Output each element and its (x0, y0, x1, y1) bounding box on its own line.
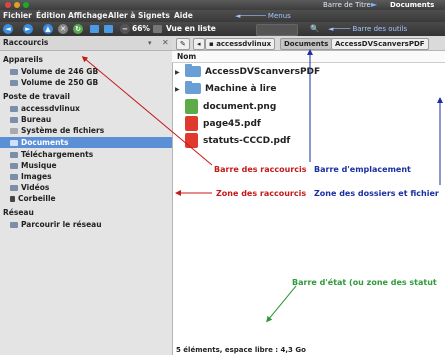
sidebar-item-volume-250[interactable]: Volume de 250 GB (10, 77, 170, 88)
close-icon[interactable]: ✕ (162, 36, 169, 50)
list-item[interactable]: ▶ AccessDVScanversPDF (175, 64, 320, 80)
sidebar-item-corbeille[interactable]: Corbeille (10, 193, 170, 204)
edit-path-button[interactable]: ✎ (176, 38, 190, 50)
desktop-icon (10, 117, 18, 123)
expand-triangle-icon[interactable]: ▶ (175, 82, 185, 98)
crumb-accessdvlinux[interactable]: ▪ accessdvlinux (205, 38, 276, 50)
drive-icon (10, 80, 18, 86)
crumb-accessdvscanverspdf[interactable]: AccessDVScanversPDF (331, 38, 429, 50)
window-controls (5, 2, 29, 8)
section-reseau: Réseau (3, 208, 34, 217)
list-item[interactable]: ▶ Machine à lire (175, 81, 276, 97)
toolbar: ◄ ► ▲ ✕ ↻ − 66% Vue en liste 🔍 ◄──── Bar… (0, 22, 445, 36)
up-icon[interactable]: ▲ (43, 24, 53, 34)
zoom-in-icon[interactable] (153, 25, 162, 33)
column-header[interactable]: Nom (172, 51, 445, 63)
annotation-shortcuts-zone: Zone des raccourcis (216, 189, 307, 198)
pdf-file-icon (185, 116, 198, 131)
list-item[interactable]: statuts-CCCD.pdf (175, 133, 290, 149)
zoom-out-icon[interactable]: − (120, 24, 130, 34)
trash-icon (10, 196, 15, 202)
menu-bar: Fichier Édition Affichage Aller à Signet… (0, 10, 445, 22)
home-folder-icon (10, 106, 18, 112)
path-scroll-left[interactable]: ◂ (193, 38, 205, 50)
zoom-level: 66% (132, 24, 150, 33)
image-file-icon (185, 99, 198, 114)
sidebar-item-accessdvlinux[interactable]: accessdvlinux (10, 103, 170, 114)
sidebar: Appareils Volume de 246 GB Volume de 250… (0, 51, 173, 355)
annotation-location-bar: Barre d'emplacement (314, 165, 411, 174)
downloads-icon (10, 152, 18, 158)
annotation-folders-zone: Zone des dossiers et fichier (314, 189, 439, 198)
drive-icon (10, 69, 18, 75)
menu-edition[interactable]: Édition (36, 10, 66, 22)
sidebar-item-bureau[interactable]: Bureau (10, 114, 170, 125)
chevron-down-icon[interactable]: ▾ (148, 36, 152, 50)
sidebar-item-images[interactable]: Images (10, 171, 170, 182)
sidebar-item-videos[interactable]: Vidéos (10, 182, 170, 193)
back-icon[interactable]: ◄ (3, 24, 13, 34)
menus-annotation: ◄────── Menus (235, 12, 291, 20)
annotation-shortcuts-bar: Barre des raccourcis (214, 165, 307, 174)
menu-fichier[interactable]: Fichier (3, 10, 32, 22)
search-icon[interactable]: 🔍 (310, 22, 319, 36)
expand-triangle-icon[interactable]: ▶ (175, 65, 185, 81)
forward-icon[interactable]: ► (23, 24, 33, 34)
maximize-window-button[interactable] (23, 2, 29, 8)
location-bar: ✎ ◂ ▪ accessdvlinux Documents AccessDVSc… (172, 36, 445, 51)
folder-icon (185, 64, 201, 77)
menu-affichage[interactable]: Affichage (68, 10, 107, 22)
status-bar: 5 éléments, espace libre : 4,3 Go (176, 346, 306, 354)
section-poste-de-travail: Poste de travail (3, 92, 70, 101)
title-annotation: Barre de Titre (323, 1, 371, 9)
sidebar-item-telechargements[interactable]: Téléchargements (10, 149, 170, 160)
column-name[interactable]: Nom (177, 51, 196, 62)
folder-icon (185, 81, 201, 94)
crumb-documents[interactable]: Documents (280, 38, 333, 50)
reload-icon[interactable]: ↻ (73, 24, 83, 34)
sidebar-item-musique[interactable]: Musique (10, 160, 170, 171)
videos-icon (10, 185, 18, 191)
list-item[interactable]: page45.pdf (175, 116, 261, 132)
arrow-right-icon: ► (371, 0, 378, 9)
search-input[interactable] (256, 24, 298, 36)
toolbar-annotation: ◄──── Barre des outils (328, 25, 408, 33)
title-bar: Barre de Titre ► Documents (0, 0, 445, 10)
music-icon (10, 163, 18, 169)
sidebar-header: Raccourcis ▾ ✕ (0, 36, 172, 51)
filesystem-icon (10, 128, 18, 134)
network-icon (10, 222, 18, 228)
view-mode-select[interactable]: Vue en liste (166, 22, 216, 36)
pdf-file-icon (185, 133, 198, 148)
sidebar-title[interactable]: Raccourcis (3, 36, 48, 50)
documents-icon (10, 140, 18, 146)
pictures-icon (10, 174, 18, 180)
sidebar-item-parcourir-reseau[interactable]: Parcourir le réseau (10, 219, 170, 230)
minimize-window-button[interactable] (14, 2, 20, 8)
annotation-status-bar: Barre d'état (ou zone des statut (292, 278, 437, 287)
sidebar-item-documents[interactable]: Documents (0, 137, 172, 148)
list-item[interactable]: document.png (175, 99, 276, 115)
window-title: Documents (390, 1, 435, 9)
menu-signets[interactable]: Signets (138, 10, 170, 22)
close-window-button[interactable] (5, 2, 11, 8)
menu-aide[interactable]: Aide (174, 10, 193, 22)
sidebar-item-volume-246[interactable]: Volume de 246 GB (10, 66, 170, 77)
sidebar-item-systeme[interactable]: Système de fichiers (10, 125, 170, 136)
computer-icon[interactable] (104, 25, 113, 33)
menu-aller-a[interactable]: Aller à (108, 10, 135, 22)
home-icon[interactable] (90, 25, 99, 33)
stop-icon[interactable]: ✕ (58, 24, 68, 34)
section-appareils: Appareils (3, 55, 43, 64)
